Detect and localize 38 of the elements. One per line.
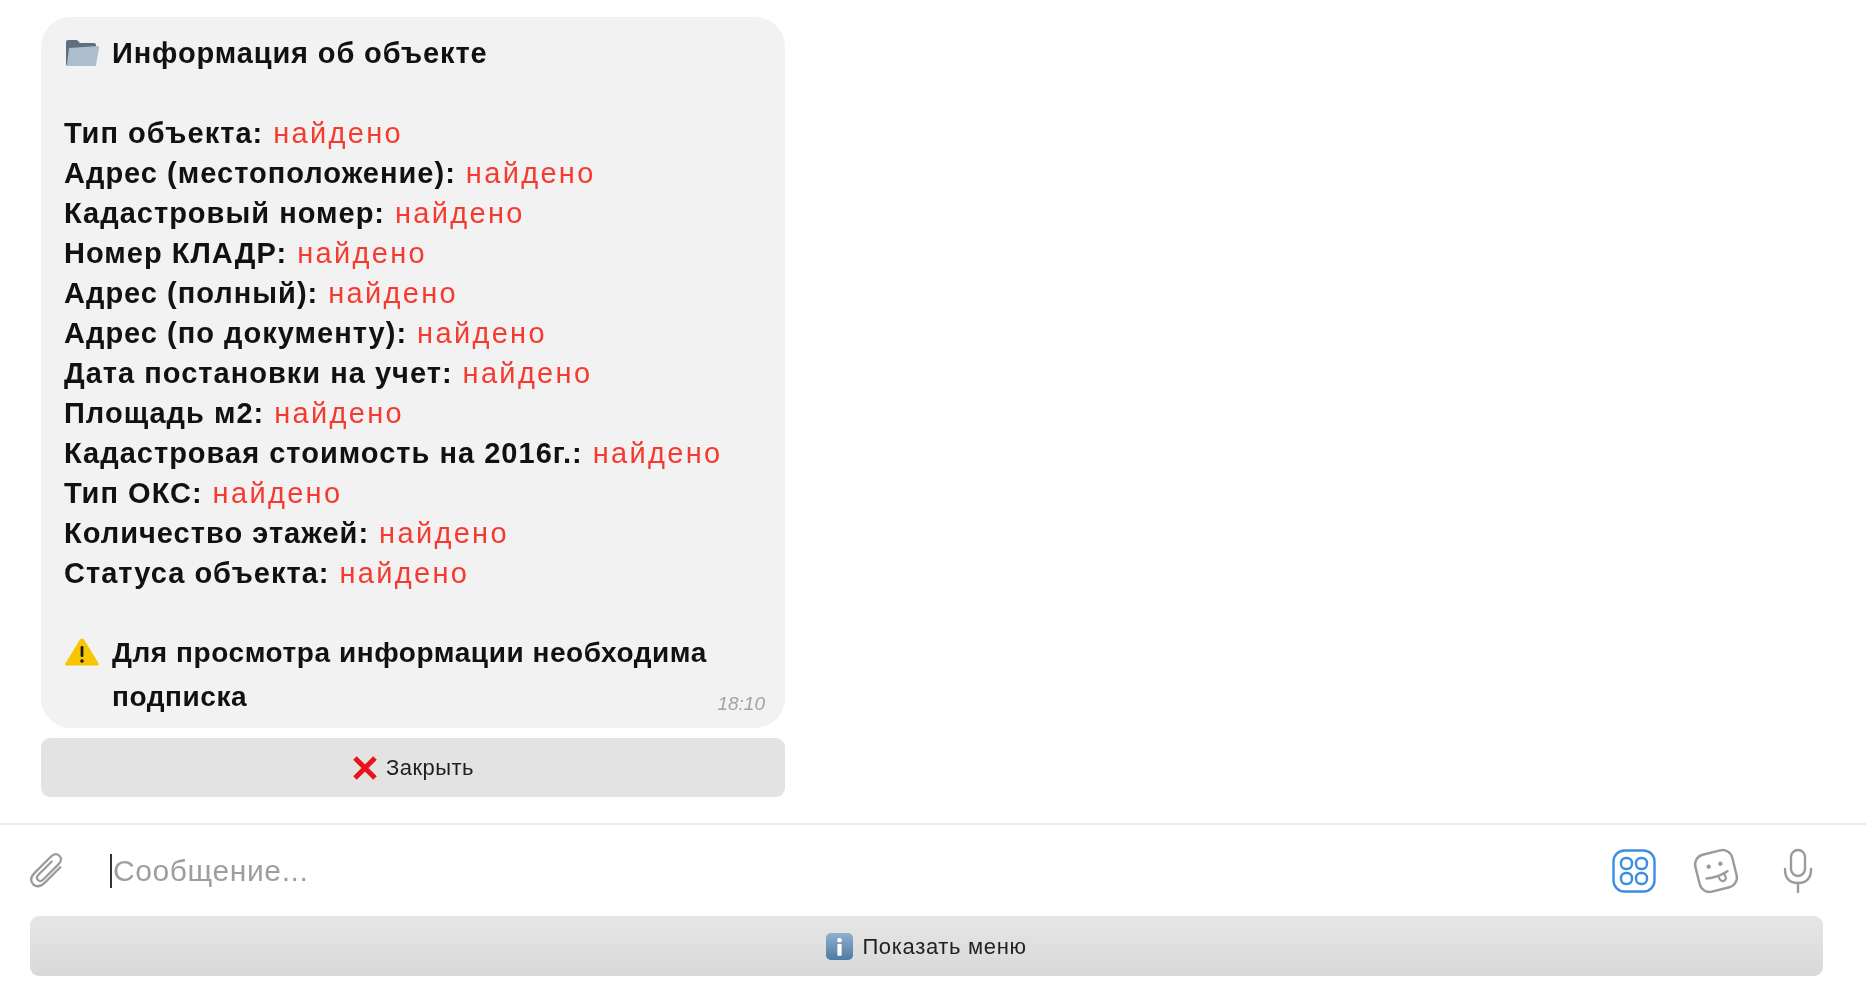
field-value: найдено: [395, 196, 525, 231]
field-label: Кадастровый номер:: [64, 196, 386, 231]
field-label: Кадастровая стоимость на 2016г.:: [64, 436, 583, 471]
field-label: Количество этажей:: [64, 516, 370, 551]
cross-icon: [352, 754, 379, 781]
field-value: найдено: [273, 116, 403, 151]
field-label: Тип объекта:: [64, 116, 264, 151]
field-value: найдено: [212, 476, 343, 511]
field-value: найдено: [379, 516, 509, 551]
field-label: Статуса объекта:: [64, 556, 330, 591]
field-value: найдено: [339, 556, 470, 591]
field-label: Площадь м2:: [64, 396, 265, 431]
message-input[interactable]: Сообщение...: [112, 848, 1612, 893]
field-value: найдено: [274, 396, 405, 431]
field-value: найдено: [465, 156, 596, 191]
subscription-notice: Для просмотра информации необходима подписка: [112, 636, 708, 714]
microphone-icon[interactable]: [1782, 847, 1814, 894]
message-time: 18:10: [717, 692, 765, 716]
field-label: Адрес (по документу):: [64, 316, 408, 351]
text-caret: [110, 853, 112, 888]
field-value: найдено: [328, 276, 458, 311]
message-title: Информация об объекте: [112, 36, 488, 71]
field-label: Адрес (местоположение):: [64, 156, 456, 191]
field-value: найдено: [297, 236, 427, 271]
field-value: найдено: [417, 316, 547, 351]
warning-icon: [64, 637, 100, 667]
field-label: Адрес (полный):: [64, 276, 319, 311]
field-label: Дата постановки на учет:: [64, 356, 453, 391]
sticker-face-icon[interactable]: [1693, 847, 1739, 894]
field-value: найдено: [462, 356, 593, 391]
field-label: Номер КЛАДР:: [64, 236, 288, 271]
folder-icon: [64, 38, 100, 68]
field-value: найдено: [592, 436, 723, 471]
field-label: Тип ОКС:: [64, 476, 203, 511]
menu-button[interactable]: Показать меню: [30, 916, 1823, 976]
commands-grid-icon[interactable]: [1612, 848, 1656, 893]
inline-button[interactable]: Закрыть: [41, 738, 785, 797]
info-icon: [826, 932, 854, 960]
